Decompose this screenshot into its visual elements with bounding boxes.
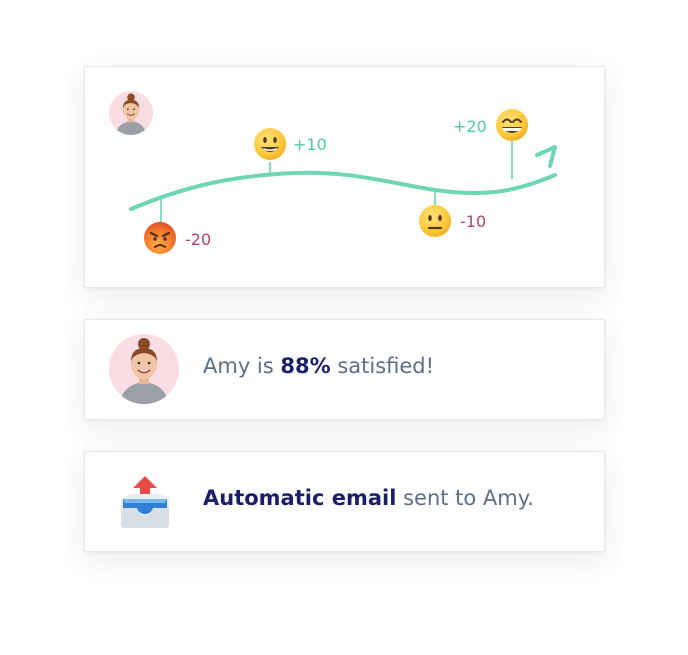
journey-arrow-head	[535, 145, 557, 168]
email-card: Automatic email sent to Amy.	[84, 451, 605, 552]
neutral-face-icon	[419, 205, 451, 237]
satisfaction-suffix: satisfied!	[330, 354, 435, 378]
score-label: -20	[185, 230, 212, 249]
angry-face-icon	[144, 222, 176, 254]
journey-curve-graphic	[129, 109, 557, 254]
satisfaction-prefix: Amy is	[203, 354, 281, 378]
score-label: +20	[453, 117, 487, 136]
email-bold: Automatic email	[203, 486, 397, 510]
score-label: -10	[460, 212, 487, 231]
satisfaction-message: Amy is 88% satisfied!	[203, 354, 434, 378]
smiling-face-icon	[254, 128, 286, 160]
journey-card: -20 +10 -10 +20	[84, 66, 605, 288]
satisfaction-card: Amy is 88% satisfied!	[84, 319, 605, 420]
satisfaction-percent: 88%	[280, 354, 331, 378]
journey-curve	[129, 170, 557, 211]
avatar	[109, 334, 179, 404]
email-rest: sent to Amy.	[396, 486, 534, 510]
outbox-tray-icon	[121, 476, 169, 528]
grinning-face-icon	[496, 109, 528, 141]
email-message: Automatic email sent to Amy.	[203, 486, 534, 510]
score-label: +10	[293, 135, 327, 154]
